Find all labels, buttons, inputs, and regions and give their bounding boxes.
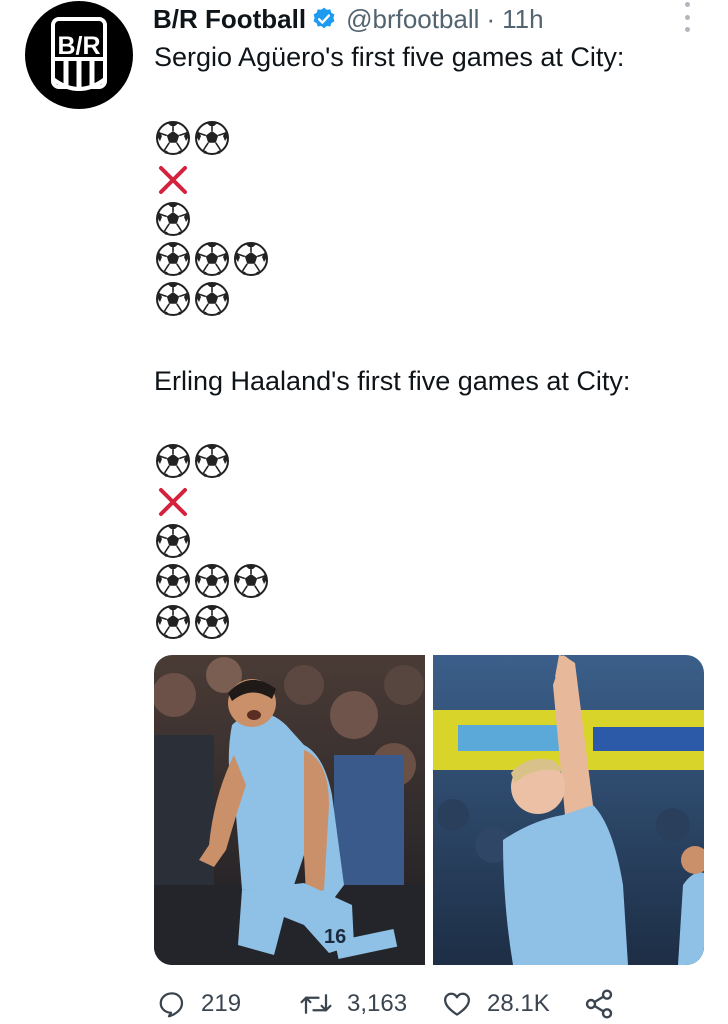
- soccer-ball-icon: [195, 121, 229, 155]
- display-name[interactable]: B/R Football: [153, 4, 306, 35]
- aguero-game-3: [155, 201, 191, 237]
- soccer-ball-icon: [195, 605, 229, 639]
- tweet[interactable]: B/R B/R Football @brfootball · 11h Sergi…: [0, 0, 728, 1024]
- haaland-game-2: [155, 484, 191, 520]
- reply-button[interactable]: 219: [157, 984, 241, 1024]
- haaland-game-4: [155, 563, 269, 599]
- photo-haaland[interactable]: [433, 655, 704, 965]
- share-button[interactable]: [583, 984, 615, 1024]
- soccer-ball-icon: [156, 444, 190, 478]
- br-logo-icon: B/R: [51, 17, 107, 91]
- reply-icon: [159, 992, 184, 1018]
- soccer-ball-icon: [156, 564, 190, 598]
- heart-icon: [444, 992, 470, 1016]
- soccer-ball-icon: [234, 564, 268, 598]
- soccer-ball-icon: [195, 444, 229, 478]
- tweet-text-line-aguero: Sergio Agüero's first five games at City…: [154, 42, 625, 72]
- soccer-ball-icon: [156, 282, 190, 316]
- avatar[interactable]: B/R: [25, 1, 133, 109]
- action-bar: 219 3,163 28.1K: [157, 984, 637, 1024]
- haaland-game-1: [155, 443, 230, 479]
- cross-mark-icon: [159, 488, 187, 516]
- separator-dot: ·: [486, 3, 496, 34]
- tweet-header: B/R Football @brfootball · 11h: [153, 2, 544, 36]
- retweet-button[interactable]: 3,163: [299, 984, 407, 1024]
- soccer-ball-icon: [195, 282, 229, 316]
- haaland-game-5: [155, 604, 230, 640]
- aguero-game-2: [155, 162, 191, 198]
- soccer-ball-icon: [156, 524, 190, 558]
- soccer-ball-icon: [156, 121, 190, 155]
- aguero-game-5: [155, 281, 230, 317]
- soccer-ball-icon: [195, 564, 229, 598]
- soccer-ball-icon: [156, 605, 190, 639]
- soccer-ball-icon: [234, 242, 268, 276]
- retweet-count: 3,163: [347, 990, 408, 1017]
- aguero-game-1: [155, 120, 230, 156]
- like-count: 28.1K: [487, 990, 550, 1017]
- reply-count: 219: [201, 990, 242, 1017]
- soccer-ball-icon: [195, 242, 229, 276]
- more-options-icon[interactable]: [680, 2, 694, 32]
- soccer-ball-icon: [156, 202, 190, 236]
- soccer-ball-icon: [156, 242, 190, 276]
- avatar-text: B/R: [57, 32, 100, 60]
- aguero-game-4: [155, 241, 269, 277]
- handle[interactable]: @brfootball: [346, 4, 479, 35]
- haaland-game-3: [155, 523, 191, 559]
- timestamp[interactable]: 11h: [502, 4, 543, 35]
- shirt-number: 16: [324, 926, 346, 948]
- tweet-text-line-haaland: Erling Haaland's first five games at Cit…: [154, 366, 631, 396]
- share-icon: [585, 989, 613, 1019]
- retweet-icon: [300, 994, 332, 1014]
- photo-aguero[interactable]: 16: [154, 655, 425, 965]
- verified-badge-icon: [311, 6, 337, 32]
- like-button[interactable]: 28.1K: [441, 984, 550, 1024]
- cross-mark-icon: [159, 166, 187, 194]
